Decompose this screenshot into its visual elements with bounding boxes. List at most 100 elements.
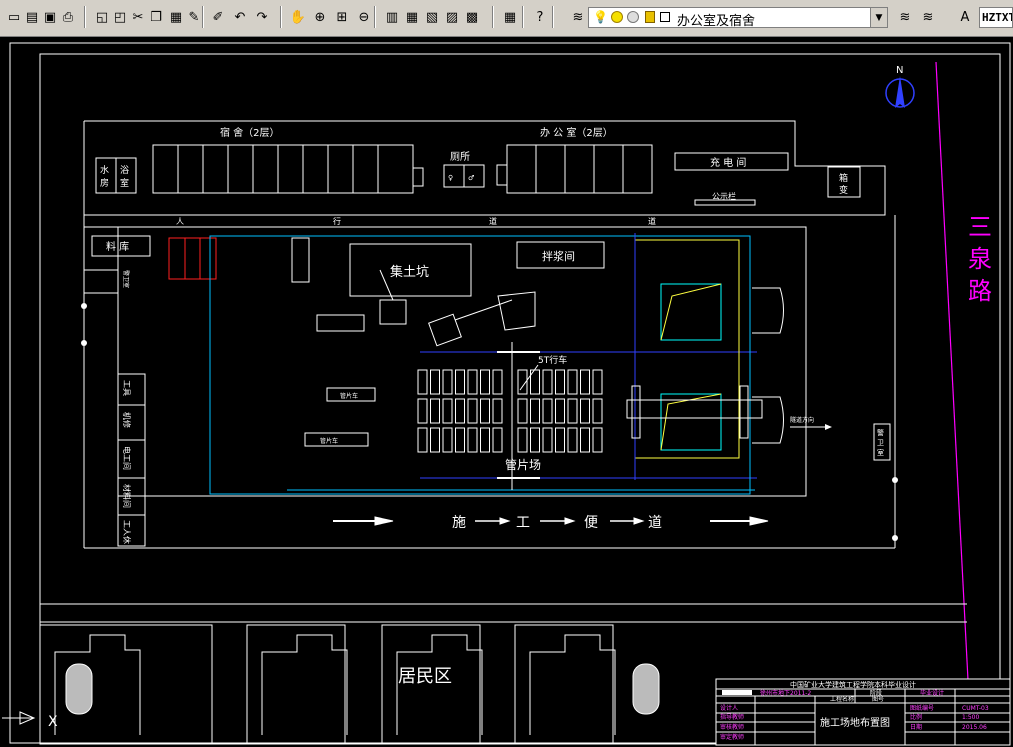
toolbar-separator <box>492 6 494 28</box>
guard-room-right-char-3: 室 <box>877 448 884 457</box>
title-block-date: 2015.06 <box>962 724 987 731</box>
layer-match-icon[interactable]: ≋ <box>918 7 938 27</box>
title-block-thesis: 毕业设计 <box>920 689 944 697</box>
help-icon[interactable]: ? <box>530 7 550 27</box>
toolbar-separator <box>280 6 282 28</box>
save-icon[interactable]: ▣ <box>40 7 60 27</box>
undo-icon[interactable]: ↶ <box>230 7 250 27</box>
redo-icon[interactable]: ↷ <box>252 7 272 27</box>
color-swatch-icon <box>660 12 670 22</box>
title-block-logo <box>722 690 752 695</box>
water-room-char-2: 房 <box>100 177 109 189</box>
layer-previous-icon[interactable]: ≋ <box>895 7 915 27</box>
sump-label: 集土坑 <box>390 264 429 280</box>
publish-icon[interactable]: ◰ <box>110 7 130 27</box>
construction-road-char-1: 施 <box>452 515 466 531</box>
toilet-female-icon: ♀ <box>448 174 453 182</box>
pan-icon[interactable]: ✋ <box>288 7 308 27</box>
title-block-drawing-title: 施工场地布置图 <box>820 716 890 729</box>
title-block-advisor: 指导教师 <box>720 713 744 721</box>
title-block-scale: 1:500 <box>962 714 979 721</box>
water-room-char-1: 水 <box>100 164 109 176</box>
layer-name: 办公室及宿舍 <box>677 14 756 29</box>
print-icon[interactable]: ⎙ <box>58 7 78 27</box>
open-icon[interactable]: ▤ <box>22 7 42 27</box>
drawing-canvas[interactable]: 三 泉 路 N 宿 舍（2层） 办 公 室（2层） 厕所 ♀ ♂ 水 房 浴 室… <box>0 37 1013 747</box>
block-editor-icon[interactable]: ✐ <box>208 7 228 27</box>
title-block-drawing-no: 图号 <box>872 696 884 703</box>
sidewalk-char-3: 道 <box>489 216 497 226</box>
paste-icon[interactable]: ▦ <box>166 7 186 27</box>
sun-icon[interactable] <box>611 11 623 23</box>
design-center-icon[interactable]: ▦ <box>402 7 422 27</box>
side-room-2-label: 机修 <box>122 412 132 428</box>
cut-icon[interactable]: ✂ <box>128 7 148 27</box>
road-label: 三 泉 路 <box>968 213 992 305</box>
lightbulb-on-icon[interactable]: 💡 <box>593 10 608 24</box>
lock-icon[interactable] <box>645 11 655 23</box>
bath-char-1: 浴 <box>120 165 129 176</box>
segment-yard-label: 管片场 <box>505 457 541 472</box>
new-icon[interactable]: ▭ <box>4 7 24 27</box>
chevron-down-icon[interactable]: ▼ <box>870 8 887 27</box>
office-label: 办 公 室（2层） <box>540 126 613 139</box>
side-room-1-label: 工具 <box>122 380 131 396</box>
zoom-window-icon[interactable]: ⊞ <box>332 7 352 27</box>
title-block-project: 徐州市地下2011-2 <box>760 689 811 697</box>
bath-char-2: 室 <box>120 177 129 189</box>
toolbar-separator <box>84 6 86 28</box>
axis-label: X <box>48 714 58 730</box>
guard-room-right-char-1: 警 <box>877 428 884 437</box>
title-block-date-key: 日期 <box>910 723 922 731</box>
construction-road-char-3: 便 <box>584 515 598 531</box>
toolbar-separator <box>202 6 204 28</box>
construction-road-char-2: 工 <box>516 515 530 531</box>
toolbar-separator <box>552 6 554 28</box>
toilet-label: 厕所 <box>450 151 470 163</box>
side-room-4-label: 材料间 <box>122 484 132 508</box>
layer-dropdown[interactable]: 💡 办公室及宿舍 ▼ <box>588 7 888 29</box>
toolbar-separator <box>374 6 376 28</box>
copy-icon[interactable]: ❐ <box>146 7 166 27</box>
title-block-approver: 审定教师 <box>720 733 744 741</box>
freeze-icon[interactable] <box>627 11 639 23</box>
title-block-designer: 设计人 <box>720 704 738 712</box>
segment-truck-2-label: 管片车 <box>320 437 338 445</box>
north-label: N <box>896 65 903 76</box>
match-properties-icon[interactable]: ✎ <box>184 7 204 27</box>
title-block-university: 中国矿业大学建筑工程学院本科毕业设计 <box>790 680 916 689</box>
title-block-scale-key: 比例 <box>910 713 922 721</box>
sidewalk-char-1: 人 <box>176 217 184 226</box>
zoom-previous-icon[interactable]: ⊖ <box>354 7 374 27</box>
box-transformer-char-2: 变 <box>839 184 848 196</box>
crane-label: 5T行车 <box>538 354 567 366</box>
guard-room-left-label: 警卫室 <box>122 270 130 288</box>
charging-room-label: 充 电 间 <box>710 156 746 169</box>
text-style-dropdown[interactable]: HZTXT <box>979 7 1013 28</box>
sidewalk-char-2: 行 <box>333 216 341 226</box>
zoom-realtime-icon[interactable]: ⊕ <box>310 7 330 27</box>
toilet-male-icon: ♂ <box>468 174 474 182</box>
title-block-project-name: 工程名称 <box>830 695 854 703</box>
road-char-1: 三 <box>968 213 992 241</box>
layer-manager-icon[interactable]: ≋ <box>568 7 588 27</box>
road-char-3: 路 <box>968 277 992 305</box>
residential-label: 居民区 <box>398 666 452 687</box>
text-style-icon[interactable]: A <box>955 7 975 27</box>
guard-room-right-char-2: 卫 <box>877 439 884 447</box>
side-room-3-label: 电工间 <box>122 446 132 470</box>
title-block-drawing-number: CUMT-03 <box>962 705 989 712</box>
preview-icon[interactable]: ◱ <box>92 7 112 27</box>
dormitory-label: 宿 舍（2层） <box>220 126 280 139</box>
sheet-set-icon[interactable]: ▨ <box>442 7 462 27</box>
road-char-2: 泉 <box>968 245 992 273</box>
calculator-icon[interactable]: ▦ <box>500 7 520 27</box>
title-block-drawing-number-key: 图纸编号 <box>910 704 934 712</box>
tunnel-direction-label: 隧道方向 <box>790 416 814 424</box>
construction-road-char-4: 道 <box>648 515 662 531</box>
tool-palettes-icon[interactable]: ▧ <box>422 7 442 27</box>
sidewalk-char-4: 道 <box>648 216 656 226</box>
toolbar-separator <box>522 6 524 28</box>
properties-icon[interactable]: ▥ <box>382 7 402 27</box>
markup-icon[interactable]: ▩ <box>462 7 482 27</box>
